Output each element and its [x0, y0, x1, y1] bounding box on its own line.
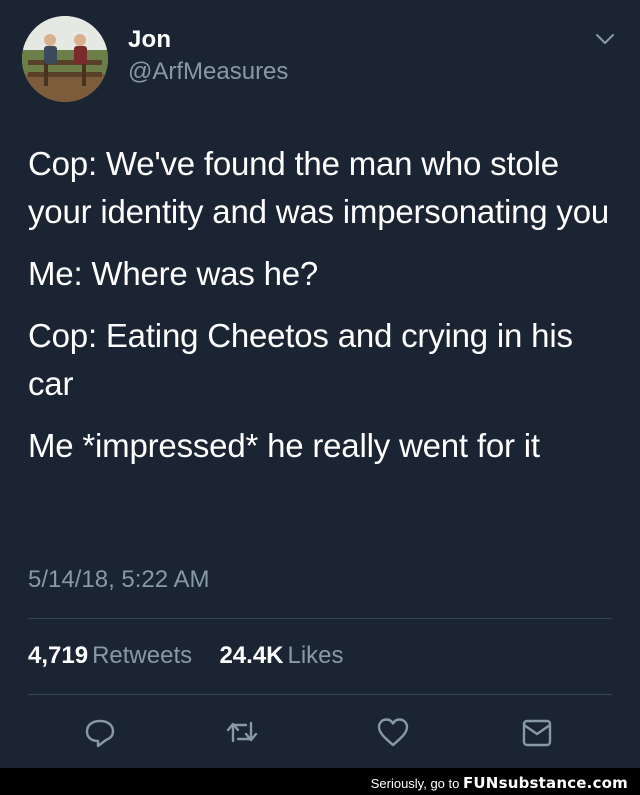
heart-icon	[377, 718, 409, 747]
avatar[interactable]	[22, 16, 108, 102]
chevron-down-icon[interactable]	[594, 30, 616, 48]
tweet-paragraph: Me *impressed* he really went for it	[28, 427, 540, 464]
likes-label: Likes	[287, 642, 344, 669]
tweet-text: Cop: We've found the man who stole your …	[28, 140, 624, 484]
retweets-label: Retweets	[92, 642, 193, 669]
tweet-paragraph: Cop: Eating Cheetos and crying in his ca…	[28, 317, 573, 402]
direct-message-button[interactable]	[517, 712, 557, 752]
author-handle[interactable]: @ArfMeasures	[128, 58, 288, 86]
tweet-paragraph: Me: Where was he?	[28, 255, 319, 292]
tweet-paragraph: Cop: We've found the man who stole your …	[28, 145, 610, 230]
retweets-stat[interactable]: 4,719 Retweets	[28, 642, 199, 669]
tweet-card: Jon @ArfMeasures Cop: We've found the ma…	[0, 0, 640, 768]
watermark-footer: Seriously, go to FUNsubstance.com	[0, 768, 640, 795]
envelope-icon	[522, 719, 552, 747]
likes-stat[interactable]: 24.4K Likes	[219, 642, 343, 669]
speech-bubble-icon	[85, 719, 115, 748]
tweet-stats: 4,719 Retweets 24.4K Likes	[28, 642, 344, 670]
watermark-prefix: Seriously, go to	[370, 776, 460, 791]
divider	[28, 618, 612, 619]
avatar-photo-icon	[22, 16, 108, 102]
retweet-arrows-icon	[226, 721, 258, 743]
retweets-count: 4,719	[28, 642, 89, 669]
author-display-name[interactable]: Jon	[128, 26, 171, 54]
watermark-brand: FUNsubstance.com	[462, 774, 628, 792]
like-button[interactable]	[373, 712, 413, 752]
retweet-button[interactable]	[222, 712, 262, 752]
likes-count: 24.4K	[219, 642, 284, 669]
tweet-timestamp[interactable]: 5/14/18, 5:22 AM	[28, 566, 209, 594]
reply-button[interactable]	[80, 712, 120, 752]
watermark-text: Seriously, go to FUNsubstance.com	[371, 774, 628, 792]
tweet-actions	[0, 712, 640, 756]
divider	[28, 694, 612, 695]
